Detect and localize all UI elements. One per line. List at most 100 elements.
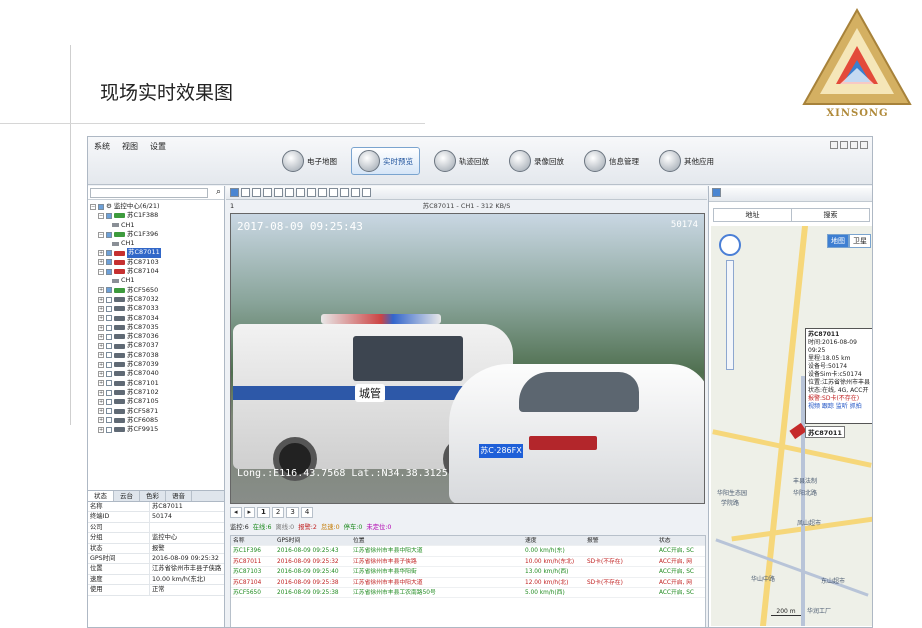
tab-live-preview[interactable]: 实时预览 (351, 147, 420, 175)
settings-icon[interactable] (351, 188, 360, 197)
grid-column-header[interactable]: GPS时间 (275, 536, 351, 545)
map-search-button[interactable]: 搜索 (791, 209, 869, 221)
tab-color[interactable]: 色彩 (140, 491, 166, 501)
tree-root[interactable]: − ⚙ 监控中心(6/21) (90, 202, 222, 211)
menu-system[interactable]: 系统 (94, 141, 110, 152)
checkbox[interactable] (106, 296, 112, 303)
close-icon[interactable] (860, 141, 868, 149)
checkbox[interactable] (106, 287, 112, 294)
tree-vehicle[interactable]: + 苏CF6085 (90, 416, 222, 425)
tab-electronic-map[interactable]: 电子地图 (276, 147, 343, 175)
layout-1-icon[interactable] (230, 188, 239, 197)
play-icon[interactable] (340, 188, 349, 197)
expand-icon[interactable]: + (98, 343, 104, 350)
tab-track-playback[interactable]: 轨迹回放 (428, 147, 495, 175)
snapshot-icon[interactable] (296, 188, 305, 197)
checkbox[interactable] (106, 259, 112, 266)
zoom-slider[interactable] (726, 260, 734, 370)
checkbox[interactable] (106, 408, 112, 415)
checkbox[interactable] (106, 324, 112, 331)
checkbox[interactable] (106, 380, 112, 387)
checkbox[interactable] (106, 305, 112, 312)
page-4[interactable]: 4 (300, 507, 314, 518)
page-2[interactable]: 2 (271, 507, 285, 518)
checkbox[interactable] (106, 417, 112, 424)
popup-actions[interactable]: 视频 跟踪 监听 抓拍 (808, 403, 872, 411)
checkbox[interactable] (106, 231, 112, 238)
tree-vehicle[interactable]: + 苏C87037 (90, 341, 222, 350)
collapse-icon[interactable]: − (98, 268, 104, 275)
tree-vehicle[interactable]: + 苏C87103 (90, 258, 222, 267)
checkbox[interactable] (106, 343, 112, 350)
tree-vehicle[interactable]: + 苏C87040 (90, 369, 222, 378)
checkbox[interactable] (106, 426, 112, 433)
page-3[interactable]: 3 (286, 507, 299, 518)
tree-vehicle[interactable]: + 苏C87033 (90, 304, 222, 313)
save-icon[interactable] (712, 188, 721, 197)
pan-control-icon[interactable] (719, 234, 741, 256)
minimize-icon[interactable] (840, 141, 848, 149)
expand-icon[interactable]: + (98, 333, 104, 340)
expand-icon[interactable]: + (98, 417, 104, 424)
checkbox[interactable] (106, 370, 112, 377)
tree-vehicle[interactable]: + 苏C87011 (90, 248, 222, 258)
tree-vehicle[interactable]: + 苏C87034 (90, 314, 222, 323)
tree-channel[interactable]: CH1 (90, 276, 222, 285)
fullscreen-icon[interactable] (285, 188, 294, 197)
stop-icon[interactable] (329, 188, 338, 197)
tree-vehicle[interactable]: + 苏C87038 (90, 351, 222, 360)
checkbox[interactable] (106, 389, 112, 396)
expand-icon[interactable]: + (98, 389, 104, 396)
page-1[interactable]: 1 (257, 507, 270, 518)
menu-view[interactable]: 视图 (122, 141, 138, 152)
tree-vehicle[interactable]: + 苏C87039 (90, 360, 222, 369)
grid-column-header[interactable]: 位置 (351, 536, 523, 545)
checkbox[interactable] (98, 203, 104, 210)
tree-vehicle[interactable]: + 苏C87035 (90, 323, 222, 332)
tree-vehicle[interactable]: + 苏C87105 (90, 397, 222, 406)
menu-settings[interactable]: 设置 (150, 141, 166, 152)
layout-custom-icon[interactable] (274, 188, 283, 197)
expand-icon[interactable]: + (98, 398, 104, 405)
checkbox[interactable] (106, 352, 112, 359)
expand-icon[interactable]: + (98, 370, 104, 377)
layout-4-icon[interactable] (241, 188, 250, 197)
grid-column-header[interactable]: 速度 (523, 536, 585, 545)
checkbox[interactable] (106, 268, 112, 275)
collapse-icon[interactable]: − (90, 203, 96, 210)
collapse-icon[interactable]: − (98, 231, 104, 238)
checkbox[interactable] (106, 212, 112, 219)
maximize-icon[interactable] (850, 141, 858, 149)
expand-icon[interactable]: + (98, 259, 104, 266)
tree-vehicle[interactable]: − 苏C1F396 (90, 230, 222, 239)
help-icon[interactable] (830, 141, 838, 149)
tree-vehicle[interactable]: + 苏CF5871 (90, 407, 222, 416)
expand-icon[interactable]: + (98, 296, 104, 303)
tree-vehicle[interactable]: − 苏C87104 (90, 267, 222, 276)
address-field[interactable]: 地址 (714, 209, 791, 221)
expand-icon[interactable]: + (98, 426, 104, 433)
tree-vehicle[interactable]: + 苏C87102 (90, 388, 222, 397)
expand-icon[interactable]: + (98, 352, 104, 359)
expand-icon[interactable]: + (98, 250, 104, 257)
tree-vehicle[interactable]: + 苏CF9915 (90, 425, 222, 434)
tree-vehicle[interactable]: + 苏C87032 (90, 295, 222, 304)
tree-vehicle[interactable]: + 苏CF5650 (90, 286, 222, 295)
grid-column-header[interactable]: 名称 (231, 536, 275, 545)
map-type-map[interactable]: 地图 (827, 234, 849, 248)
grid-column-header[interactable]: 报警 (585, 536, 657, 545)
tab-info-management[interactable]: 信息管理 (578, 147, 645, 175)
tab-video-playback[interactable]: 录像回放 (503, 147, 570, 175)
checkbox[interactable] (106, 315, 112, 322)
expand-icon[interactable]: + (98, 324, 104, 331)
volume-icon[interactable] (318, 188, 327, 197)
checkbox[interactable] (106, 398, 112, 405)
collapse-icon[interactable]: − (98, 212, 104, 219)
grid-row[interactable]: 苏CF5650 2016-08-09 09:25:38 江苏省徐州市丰县工农南路50… (231, 588, 705, 599)
grid-row[interactable]: 苏C1F396 2016-08-09 09:25:43 江苏省徐州市丰县中阳大道 0.… (231, 546, 705, 557)
grid-column-header[interactable]: 状态 (657, 536, 705, 545)
search-icon[interactable]: ⌕ (216, 187, 221, 197)
expand-icon[interactable]: + (98, 287, 104, 294)
layout-9-icon[interactable] (252, 188, 261, 197)
tree-vehicle[interactable]: − 苏C1F388 (90, 211, 222, 220)
